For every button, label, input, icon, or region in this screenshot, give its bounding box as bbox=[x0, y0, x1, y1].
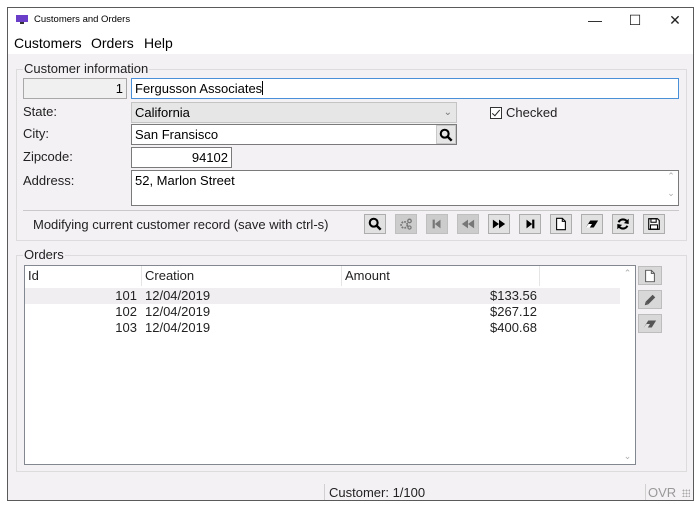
state-label: State: bbox=[23, 104, 57, 119]
monitor-icon bbox=[16, 15, 28, 25]
eraser-icon bbox=[585, 220, 599, 228]
address-textarea[interactable]: 52, Marlon Street ⌃ ⌄ bbox=[131, 170, 679, 206]
column-header-amount[interactable]: Amount bbox=[342, 266, 540, 286]
scroll-down-icon[interactable]: ⌄ bbox=[664, 188, 678, 199]
zipcode-label: Zipcode: bbox=[23, 149, 73, 164]
order-amount: $400.68 bbox=[490, 320, 537, 335]
zipcode-input[interactable]: 94102 bbox=[131, 147, 232, 168]
refresh-icon bbox=[617, 218, 629, 230]
table-row[interactable]: 103 12/04/2019 $400.68 bbox=[25, 320, 621, 336]
menu-orders[interactable]: Orders bbox=[91, 35, 134, 51]
search-icon bbox=[368, 217, 382, 231]
address-label: Address: bbox=[23, 173, 75, 188]
edit-status-message: Modifying current customer record (save … bbox=[33, 217, 329, 232]
last-record-icon bbox=[526, 219, 535, 229]
edit-order-button[interactable] bbox=[638, 290, 662, 309]
window-title: Customers and Orders bbox=[34, 14, 131, 25]
search-icon bbox=[439, 128, 453, 142]
city-value: San Fransisco bbox=[135, 127, 219, 142]
table-row[interactable]: 101 12/04/2019 $133.56 bbox=[25, 288, 621, 304]
next-record-icon bbox=[492, 219, 506, 229]
state-select[interactable]: California ⌄ bbox=[131, 102, 457, 123]
settings-button[interactable] bbox=[395, 214, 417, 234]
overwrite-mode-indicator: OVR bbox=[648, 485, 677, 500]
new-document-icon bbox=[645, 269, 655, 282]
save-icon bbox=[648, 218, 660, 230]
app-window: Customers and Orders — ☐ ✕ Customers Ord… bbox=[7, 7, 694, 501]
scroll-up-icon[interactable]: ⌃ bbox=[620, 268, 635, 279]
order-creation: 12/04/2019 bbox=[145, 304, 211, 319]
eraser-icon bbox=[643, 320, 657, 327]
maximize-button[interactable]: ☐ bbox=[615, 8, 655, 32]
address-scrollbar[interactable]: ⌃ ⌄ bbox=[664, 171, 678, 205]
checkbox-box[interactable] bbox=[490, 106, 502, 119]
column-header-creation[interactable]: Creation bbox=[142, 266, 342, 286]
delete-order-button[interactable] bbox=[638, 314, 662, 333]
previous-record-icon bbox=[461, 219, 475, 229]
order-creation: 12/04/2019 bbox=[145, 320, 211, 335]
menu-help[interactable]: Help bbox=[144, 35, 173, 51]
new-document-icon bbox=[556, 217, 566, 231]
city-search-button[interactable] bbox=[436, 125, 456, 144]
orders-scrollbar[interactable]: ⌃ ⌄ bbox=[620, 266, 635, 464]
checkbox-label: Checked bbox=[506, 105, 558, 120]
orders-label: Orders bbox=[23, 247, 65, 262]
last-record-button[interactable] bbox=[519, 214, 541, 234]
statusbar-separator bbox=[645, 484, 646, 500]
gears-icon bbox=[400, 218, 412, 230]
pencil-icon bbox=[644, 294, 656, 305]
text-caret bbox=[262, 81, 264, 95]
record-position: Customer: 1/100 bbox=[329, 485, 426, 500]
menu-customers[interactable]: Customers bbox=[14, 35, 82, 51]
refresh-button[interactable] bbox=[612, 214, 634, 234]
table-row[interactable]: 102 12/04/2019 $267.12 bbox=[25, 304, 621, 320]
title-bar: Customers and Orders — ☐ ✕ bbox=[8, 8, 693, 32]
order-id: 103 bbox=[115, 320, 137, 335]
first-record-icon bbox=[432, 219, 441, 229]
minimize-button[interactable]: — bbox=[575, 8, 615, 32]
customer-id-field: 1 bbox=[23, 78, 127, 99]
scroll-down-icon[interactable]: ⌄ bbox=[620, 451, 635, 462]
order-amount: $133.56 bbox=[490, 288, 537, 303]
scroll-up-icon[interactable]: ⌃ bbox=[664, 171, 678, 182]
statusbar-separator bbox=[324, 484, 325, 500]
address-value: 52, Marlon Street bbox=[135, 173, 235, 188]
column-header-id[interactable]: Id bbox=[25, 266, 142, 286]
order-creation: 12/04/2019 bbox=[145, 288, 211, 303]
customer-name-input[interactable]: Fergusson Associates bbox=[131, 78, 679, 99]
delete-record-button[interactable] bbox=[581, 214, 603, 234]
orders-table-header: Id Creation Amount bbox=[25, 266, 621, 286]
previous-record-button[interactable] bbox=[457, 214, 479, 234]
next-record-button[interactable] bbox=[488, 214, 510, 234]
order-amount: $267.12 bbox=[490, 304, 537, 319]
city-label: City: bbox=[23, 126, 49, 141]
close-button[interactable]: ✕ bbox=[655, 8, 695, 32]
save-button[interactable] bbox=[643, 214, 665, 234]
new-record-button[interactable] bbox=[550, 214, 572, 234]
search-button[interactable] bbox=[364, 214, 386, 234]
divider bbox=[23, 210, 679, 211]
customer-name-value: Fergusson Associates bbox=[135, 81, 263, 96]
orders-table[interactable]: Id Creation Amount 101 12/04/2019 $133.5… bbox=[24, 265, 636, 465]
checked-checkbox[interactable]: Checked bbox=[490, 105, 557, 120]
state-value: California bbox=[135, 105, 190, 120]
new-order-button[interactable] bbox=[638, 266, 662, 285]
order-id: 101 bbox=[115, 288, 137, 303]
chevron-down-icon: ⌄ bbox=[443, 107, 452, 118]
city-input[interactable]: San Fransisco bbox=[131, 124, 457, 145]
resize-grip[interactable] bbox=[682, 489, 690, 497]
first-record-button[interactable] bbox=[426, 214, 448, 234]
customer-info-label: Customer information bbox=[23, 61, 150, 76]
menu-bar: Customers Orders Help bbox=[8, 32, 693, 54]
order-id: 102 bbox=[115, 304, 137, 319]
